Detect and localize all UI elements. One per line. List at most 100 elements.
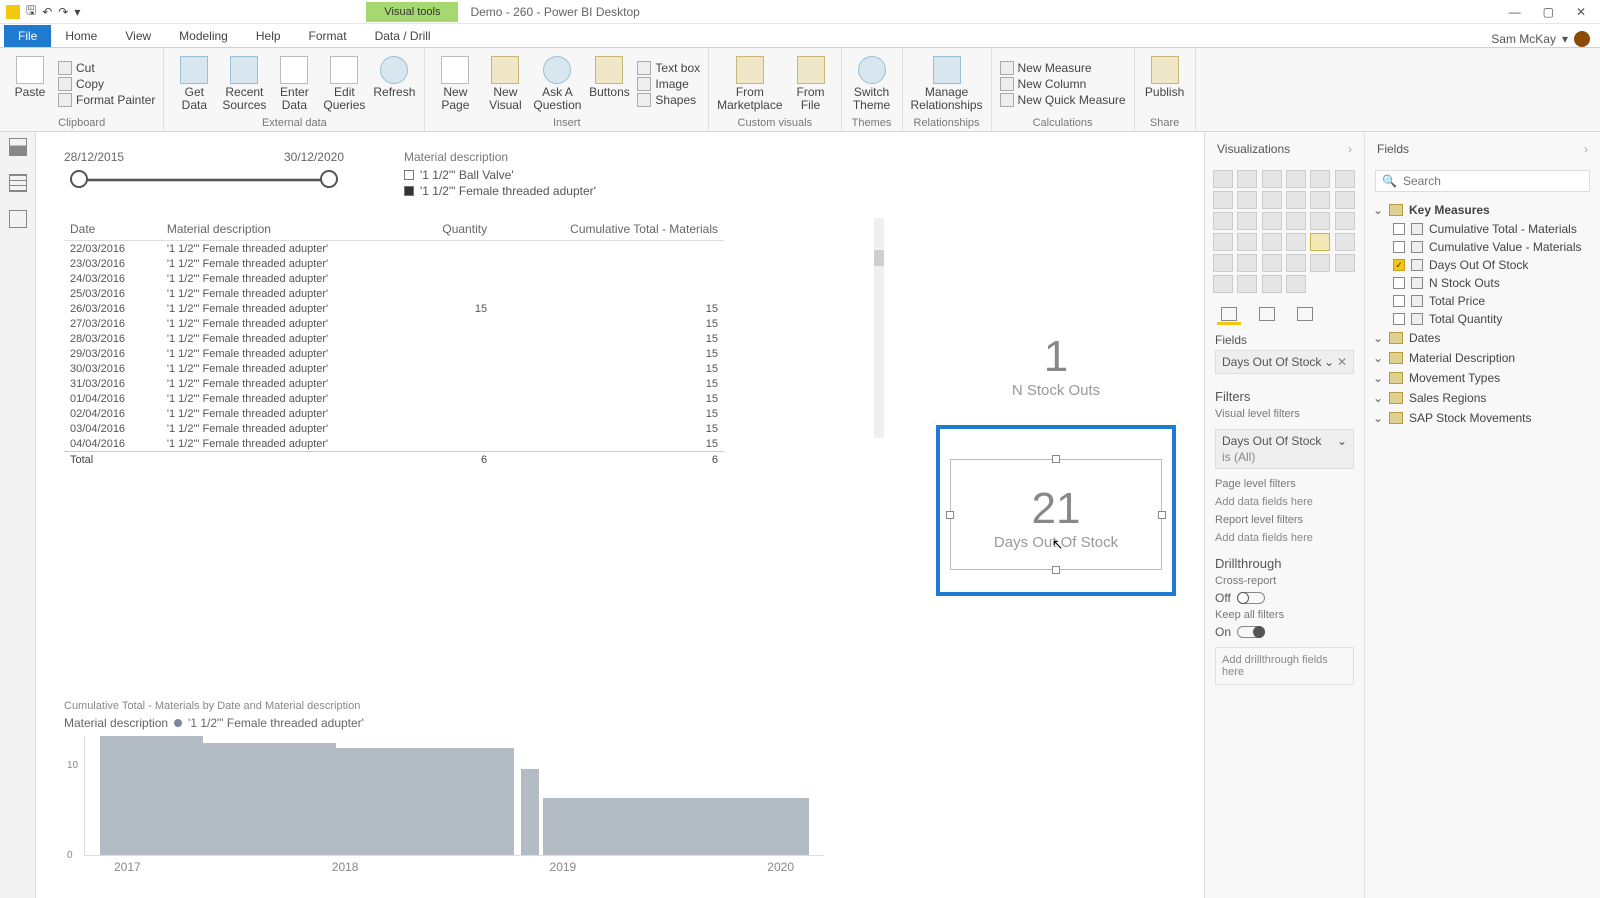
switch-theme-button[interactable]: Switch Theme [850,52,894,115]
viz-type-button[interactable] [1237,233,1257,251]
col-date[interactable]: Date [64,218,161,241]
expand-icon[interactable]: ⌄ [1373,331,1383,345]
user-dropdown-icon[interactable]: ▾ [1562,32,1568,46]
chart-plot-area[interactable]: 10 0 [84,736,824,856]
edit-queries-button[interactable]: Edit Queries [322,52,366,115]
viz-type-button[interactable] [1213,254,1233,272]
viz-type-button[interactable] [1237,212,1257,230]
new-page-button[interactable]: New Page [433,52,477,115]
viz-type-button[interactable] [1237,254,1257,272]
viz-type-button[interactable] [1286,170,1306,188]
tab-view[interactable]: View [111,25,165,47]
expand-icon[interactable]: ⌄ [1373,391,1383,405]
viz-type-button[interactable] [1335,212,1355,230]
buttons-button[interactable]: Buttons [587,52,631,115]
field-checkbox[interactable] [1393,241,1405,253]
new-visual-button[interactable]: New Visual [483,52,527,115]
field-item[interactable]: Total Price [1371,292,1594,310]
table-row[interactable]: 25/03/2016'1 1/2"' Female threaded adupt… [64,286,724,301]
publish-button[interactable]: Publish [1143,52,1187,115]
viz-type-button[interactable] [1286,233,1306,251]
from-marketplace-button[interactable]: From Marketplace [717,52,782,115]
table-row[interactable]: 31/03/2016'1 1/2"' Female threaded adupt… [64,376,724,391]
tab-format[interactable]: Format [295,25,361,47]
table-row[interactable]: 24/03/2016'1 1/2"' Female threaded adupt… [64,271,724,286]
fields-search[interactable]: 🔍 [1375,170,1590,192]
legend-item-2[interactable]: '1 1/2"' Female threaded adupter' [404,184,596,198]
redo-icon[interactable]: ↷ [58,5,68,19]
table-row[interactable]: 27/03/2016'1 1/2"' Female threaded adupt… [64,316,724,331]
table-row[interactable]: 29/03/2016'1 1/2"' Female threaded adupt… [64,346,724,361]
field-checkbox[interactable] [1393,259,1405,271]
field-checkbox[interactable] [1393,223,1405,235]
field-item[interactable]: N Stock Outs [1371,274,1594,292]
tab-modeling[interactable]: Modeling [165,25,242,47]
tab-help[interactable]: Help [242,25,295,47]
model-view-icon[interactable] [9,210,27,228]
resize-handle[interactable] [1158,511,1166,519]
viz-type-button[interactable] [1335,191,1355,209]
field-item[interactable]: Total Quantity [1371,310,1594,328]
collapse-icon[interactable]: › [1348,142,1352,156]
cross-report-toggle[interactable]: Off [1205,589,1364,607]
manage-relationships-button[interactable]: Manage Relationships [911,52,983,115]
table-item[interactable]: ⌄Material Description [1371,348,1594,368]
viz-type-button[interactable] [1262,254,1282,272]
date-slicer[interactable]: 28/12/2015 30/12/2020 [64,150,344,196]
analytics-tab[interactable] [1293,305,1317,325]
viz-type-button[interactable] [1335,170,1355,188]
slicer-handle-start[interactable] [70,170,88,188]
table-item[interactable]: ⌄Dates [1371,328,1594,348]
save-icon[interactable]: 🖫 [26,1,36,22]
resize-handle[interactable] [1052,566,1060,574]
table-visual[interactable]: Date Material description Quantity Cumul… [64,218,724,467]
tab-data-drill[interactable]: Data / Drill [361,25,445,47]
table-row[interactable]: 30/03/2016'1 1/2"' Female threaded adupt… [64,361,724,376]
viz-type-button[interactable] [1237,191,1257,209]
fields-search-input[interactable] [1403,174,1583,188]
keep-filters-toggle[interactable]: On [1205,623,1364,641]
resize-handle[interactable] [946,511,954,519]
minimize-icon[interactable]: — [1509,5,1521,19]
new-measure-button[interactable]: New Measure [1000,61,1126,75]
viz-type-button[interactable] [1335,254,1355,272]
legend-item-1[interactable]: '1 1/2"' Ball Valve' [404,168,596,182]
tab-file[interactable]: File [4,25,51,47]
expand-icon[interactable]: ⌄ [1373,351,1383,365]
viz-type-button[interactable] [1213,275,1233,293]
card-n-stock-outs[interactable]: 1 N Stock Outs [936,332,1176,399]
slicer-track[interactable] [70,178,338,182]
viz-type-button[interactable] [1213,233,1233,251]
field-item[interactable]: Days Out Of Stock [1371,256,1594,274]
maximize-icon[interactable]: ▢ [1543,5,1554,19]
viz-type-button[interactable] [1310,212,1330,230]
field-checkbox[interactable] [1393,277,1405,289]
field-checkbox[interactable] [1393,313,1405,325]
paste-button[interactable]: Paste [8,52,52,115]
col-material[interactable]: Material description [161,218,411,241]
material-legend[interactable]: Material description '1 1/2"' Ball Valve… [404,150,596,200]
avatar-icon[interactable] [1574,31,1590,47]
viz-type-button[interactable] [1213,191,1233,209]
text-box-button[interactable]: Text box [637,61,700,75]
tab-home[interactable]: Home [51,25,111,47]
add-report-filters[interactable]: Add data fields here [1205,528,1364,548]
format-painter-button[interactable]: Format Painter [58,93,155,107]
qat-dropdown-icon[interactable]: ▾ [74,5,80,19]
well-dropdown-icon[interactable]: ⌄ [1324,355,1334,369]
viz-type-button[interactable] [1310,254,1330,272]
field-item[interactable]: Cumulative Value - Materials [1371,238,1594,256]
scrollbar-thumb[interactable] [874,250,884,266]
enter-data-button[interactable]: Enter Data [272,52,316,115]
report-view-icon[interactable] [9,138,27,156]
viz-type-button[interactable] [1237,170,1257,188]
filter-dropdown-icon[interactable]: ⌄ [1337,434,1347,448]
area-chart-visual[interactable]: Cumulative Total - Materials by Date and… [64,700,824,874]
field-item[interactable]: Cumulative Total - Materials [1371,220,1594,238]
viz-type-button[interactable] [1213,170,1233,188]
expand-icon[interactable]: ⌄ [1373,411,1383,425]
fields-tab[interactable] [1217,305,1241,325]
close-icon[interactable]: ✕ [1576,5,1586,19]
data-view-icon[interactable] [9,174,27,192]
format-tab[interactable] [1255,305,1279,325]
